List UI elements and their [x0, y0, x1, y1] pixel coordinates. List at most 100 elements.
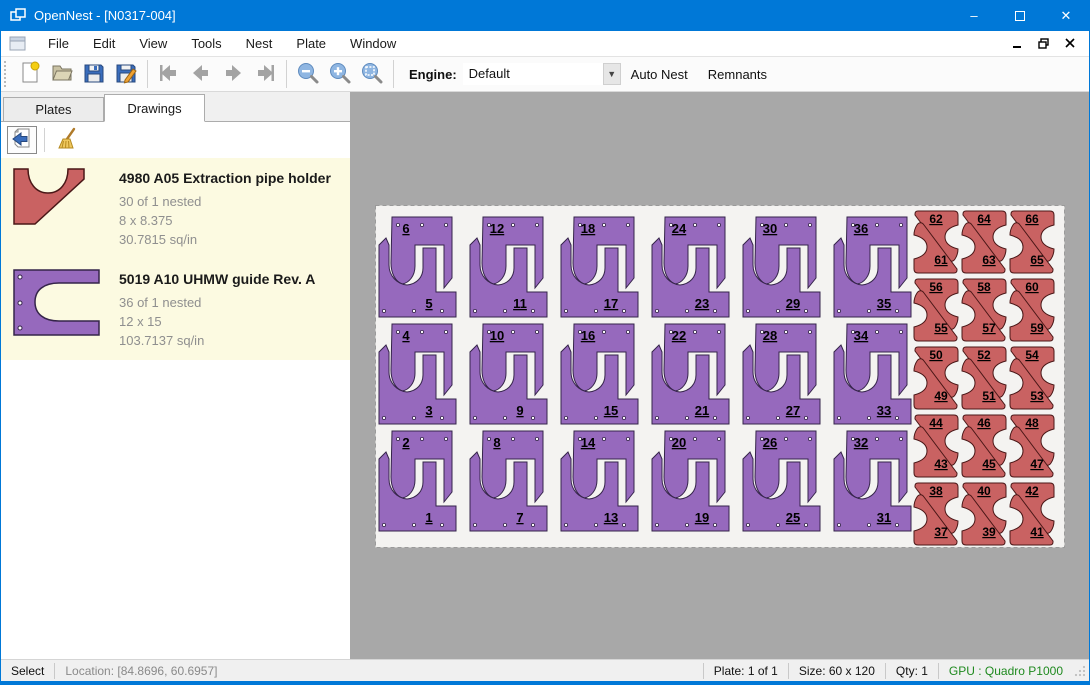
maximize-button[interactable]	[997, 0, 1043, 31]
part-number-label: 57	[982, 321, 996, 335]
menu-tools[interactable]: Tools	[179, 31, 233, 57]
nav-prev-button[interactable]	[185, 59, 217, 89]
drawings-toolbar	[1, 122, 350, 158]
part-number-label: 46	[977, 416, 991, 430]
nav-last-icon	[253, 61, 277, 88]
new-button[interactable]	[14, 59, 46, 89]
drill-hole	[899, 437, 902, 440]
part-number-label: 43	[934, 457, 948, 471]
nav-prev-icon	[189, 61, 213, 88]
part-number-label: 66	[1025, 212, 1039, 226]
app-window: OpenNest - [N0317-004] – ✕ FileEditViewT…	[0, 0, 1090, 685]
app-icon	[10, 8, 26, 24]
chevron-down-icon[interactable]: ▼	[603, 63, 621, 85]
drill-hole	[875, 437, 878, 440]
menu-window[interactable]: Window	[338, 31, 408, 57]
menu-nest[interactable]: Nest	[234, 31, 285, 57]
tab-plates[interactable]: Plates	[3, 97, 104, 121]
part-number-label: 47	[1030, 457, 1044, 471]
part-number-label: 65	[1030, 253, 1044, 267]
menu-view[interactable]: View	[127, 31, 179, 57]
mdi-minimize-icon[interactable]	[1007, 34, 1029, 54]
part-number-label: 36	[854, 221, 868, 236]
part-number-label: 9	[516, 403, 523, 418]
nav-next-button[interactable]	[217, 59, 249, 89]
plate-sheet[interactable]: 6512111817242330293635431091615222128273…	[375, 205, 1065, 548]
engine-value[interactable]: Default	[463, 63, 603, 85]
nav-first-button[interactable]	[153, 59, 185, 89]
drill-hole	[594, 523, 597, 526]
part-number-label: 30	[763, 221, 777, 236]
new-icon	[18, 61, 42, 88]
menu-edit[interactable]: Edit	[81, 31, 127, 57]
tab-drawings[interactable]: Drawings	[104, 94, 205, 122]
zoom-in-button[interactable]	[324, 59, 356, 89]
drawing-area: 103.7137 sq/in	[119, 331, 315, 350]
close-button[interactable]: ✕	[1043, 0, 1089, 31]
nav-next-icon	[221, 61, 245, 88]
resize-grip[interactable]	[1073, 664, 1087, 678]
drill-hole	[875, 223, 878, 226]
drill-hole	[626, 330, 629, 333]
engine-combobox[interactable]: Default ▼	[463, 63, 621, 85]
zoom-out-button[interactable]	[292, 59, 324, 89]
save-button[interactable]	[78, 59, 110, 89]
drill-hole	[382, 416, 385, 419]
part-number-label: 29	[786, 296, 800, 311]
mdi-close-icon[interactable]	[1059, 34, 1081, 54]
nest-canvas[interactable]: 6512111817242330293635431091615222128273…	[350, 92, 1089, 659]
drill-hole	[382, 523, 385, 526]
mdi-restore-icon[interactable]	[1033, 34, 1055, 54]
clear-broom-button[interactable]	[52, 126, 82, 154]
drill-hole	[867, 309, 870, 312]
drawing-item[interactable]: 4980 A05 Extraction pipe holder 30 of 1 …	[1, 158, 350, 259]
auto-nest-button[interactable]: Auto Nest	[621, 67, 698, 82]
part-number-label: 45	[982, 457, 996, 471]
drawing-name: 5019 A10 UHMW guide Rev. A	[119, 271, 315, 287]
part-number-label: 59	[1030, 321, 1044, 335]
import-back-button[interactable]	[7, 126, 37, 154]
part-number-label: 63	[982, 253, 996, 267]
toolbar-separator	[44, 128, 45, 152]
menu-file[interactable]: File	[36, 31, 81, 57]
part-number-label: 48	[1025, 416, 1039, 430]
drill-hole	[440, 523, 443, 526]
panel-tabs: PlatesDrawings	[1, 92, 350, 122]
minimize-button[interactable]: –	[951, 0, 997, 31]
left-panel: PlatesDrawings 4980 A05 Extraction pipe …	[1, 92, 350, 659]
nav-last-button[interactable]	[249, 59, 281, 89]
drill-hole	[511, 223, 514, 226]
drawing-nested-count: 30 of 1 nested	[119, 192, 331, 211]
part-number-label: 19	[695, 510, 709, 525]
part-number-label: 8	[493, 435, 500, 450]
drawing-item[interactable]: 5019 A10 UHMW guide Rev. A 36 of 1 neste…	[1, 259, 350, 360]
drill-hole	[895, 309, 898, 312]
open-button[interactable]	[46, 59, 78, 89]
drill-hole	[626, 223, 629, 226]
document-window-icon[interactable]	[9, 36, 26, 51]
part-number-label: 54	[1025, 348, 1039, 362]
part-number-label: 56	[929, 280, 943, 294]
drill-hole	[602, 223, 605, 226]
drill-hole	[503, 416, 506, 419]
toolbar-drag-handle[interactable]	[4, 61, 10, 87]
save-as-button[interactable]	[110, 59, 142, 89]
zoom-fit-button[interactable]	[356, 59, 388, 89]
part-number-label: 51	[982, 389, 996, 403]
drill-hole	[564, 416, 567, 419]
import-back-icon	[10, 127, 34, 154]
drill-hole	[746, 416, 749, 419]
remnants-button[interactable]: Remnants	[698, 67, 777, 82]
drill-hole	[655, 309, 658, 312]
drill-hole	[396, 330, 399, 333]
drill-hole	[594, 416, 597, 419]
part-number-label: 55	[934, 321, 948, 335]
menu-plate[interactable]: Plate	[284, 31, 338, 57]
part-number-label: 22	[672, 328, 686, 343]
part-number-label: 33	[877, 403, 891, 418]
drill-hole	[594, 309, 597, 312]
drill-hole	[503, 523, 506, 526]
save-icon	[82, 61, 106, 88]
part-number-label: 24	[672, 221, 687, 236]
part-number-label: 1	[425, 510, 432, 525]
